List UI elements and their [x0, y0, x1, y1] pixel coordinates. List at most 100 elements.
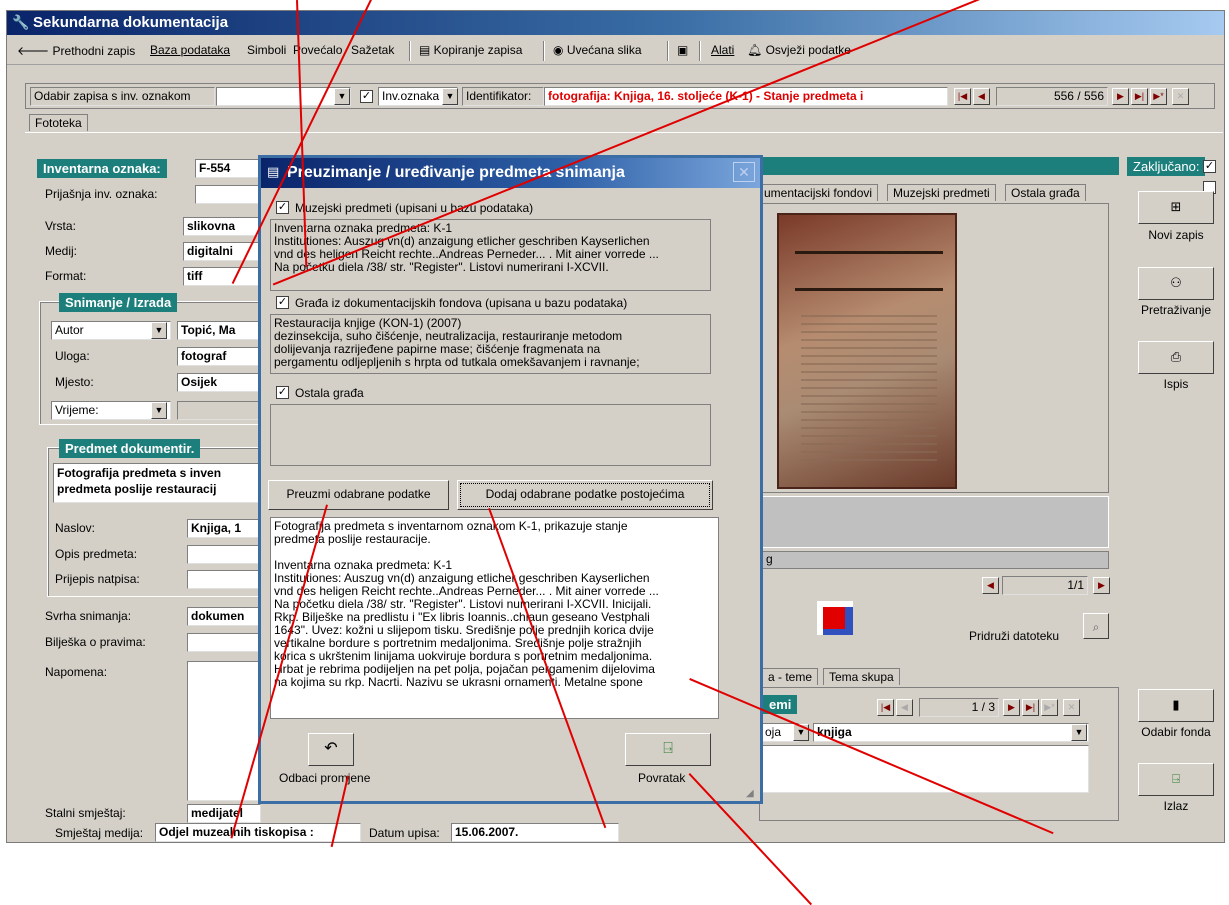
vrsta-label: Vrsta:	[45, 219, 76, 233]
next-theme-icon[interactable]: ▶	[1003, 699, 1020, 716]
take-selected-button[interactable]: Preuzmi odabrane podatke	[268, 480, 449, 510]
discard-button[interactable]: ↶	[308, 733, 354, 766]
new-document-icon: ⊞	[1170, 199, 1182, 214]
next-file-icon[interactable]: ▶	[1093, 577, 1110, 594]
stalni-field[interactable]: medijatel	[187, 804, 261, 823]
tab-other-material[interactable]: Ostala građa	[1005, 184, 1086, 201]
prev-inv-label: Prijašnja inv. oznaka:	[45, 187, 158, 201]
uloga-field[interactable]: fotograf	[177, 347, 261, 366]
vrsta-field[interactable]: slikovna	[183, 217, 261, 236]
toolbar-separator	[409, 41, 411, 61]
theme-value[interactable]: knjiga	[813, 723, 1089, 742]
prev-inv-field[interactable]	[195, 185, 261, 204]
tab-museum-objects[interactable]: Muzejski predmeti	[887, 184, 996, 201]
doc-funds-label: Građa iz dokumentacijskih fondova (upisa…	[295, 296, 628, 310]
database-button[interactable]: Baza podataka	[150, 43, 230, 57]
book-photo[interactable]	[777, 213, 957, 489]
zoom-icon[interactable]: ⌕	[1083, 613, 1109, 639]
autor-field[interactable]: Topić, Ma	[177, 321, 261, 340]
new-record-icon[interactable]: ▶*	[1150, 88, 1167, 105]
format-field[interactable]: tiff	[183, 267, 261, 286]
close-icon[interactable]: ✕	[733, 162, 755, 182]
other-material-checkbox[interactable]: ✓	[276, 386, 289, 399]
print-button[interactable]: ⎙	[1138, 341, 1214, 374]
svrha-label: Svrha snimanja:	[45, 609, 132, 623]
other-material-box[interactable]	[270, 404, 711, 466]
museum-objects-checkbox[interactable]: ✓	[276, 201, 289, 214]
title-bar: 🔧 Sekundarna dokumentacija	[7, 11, 1224, 35]
first-theme-icon[interactable]: |◀	[877, 699, 894, 716]
locked-label: Zaključano:	[1127, 157, 1206, 176]
chevron-down-icon[interactable]: ▼	[334, 88, 350, 105]
identifier-label: Identifikator:	[462, 87, 544, 106]
next-record-icon[interactable]: ▶	[1112, 88, 1129, 105]
chevron-down-icon[interactable]: ▼	[442, 88, 458, 105]
tools-button[interactable]: Alati	[711, 43, 734, 57]
mjesto-field[interactable]: Osijek	[177, 373, 261, 392]
prev-record-button[interactable]: 🡐 Prethodni zapis	[17, 43, 135, 58]
copy-record-button[interactable]: ▤ Kopiranje zapisa	[419, 43, 522, 57]
tab-themes[interactable]: a - teme	[763, 668, 819, 685]
prijepis-field[interactable]	[187, 570, 261, 589]
select-fund-button[interactable]: ▮	[1138, 689, 1214, 722]
tab-group-theme[interactable]: Tema skupa	[823, 668, 900, 685]
locked-checkbox[interactable]: ✓	[1203, 160, 1216, 173]
first-record-icon[interactable]: |◀	[954, 88, 971, 105]
vrijeme-field[interactable]	[177, 401, 261, 420]
naslov-field[interactable]: Knjiga, 1	[187, 519, 261, 538]
tab-fototeka[interactable]: Fototeka	[29, 114, 88, 131]
copy-icon: ▤	[419, 43, 434, 57]
search-button[interactable]: ⚇	[1138, 267, 1214, 300]
magnifier-button[interactable]: Povećalo	[293, 43, 342, 57]
toolbar: 🡐 Prethodni zapis Baza podataka Simboli …	[7, 37, 1224, 65]
new-record-button[interactable]: ⊞	[1138, 191, 1214, 224]
prev-record-icon[interactable]: ◀	[973, 88, 990, 105]
form-icon: ▤	[267, 164, 280, 179]
identifier-value[interactable]: fotografija: Knjiga, 16. stoljeće (K-1) …	[544, 87, 948, 106]
prev-theme-icon[interactable]: ◀	[896, 699, 913, 716]
clipboard-icon[interactable]: ▣	[677, 43, 688, 57]
book-text-block	[801, 315, 937, 465]
dialog-title-bar: ▤ Preuzimanje / uređivanje predmeta snim…	[261, 158, 760, 188]
inv-label: Inventarna oznaka:	[37, 159, 167, 178]
doc-funds-checkbox[interactable]: ✓	[276, 296, 289, 309]
last-theme-icon[interactable]: ▶|	[1022, 699, 1039, 716]
snimanje-header: Snimanje / Izrada	[59, 293, 178, 312]
new-theme-icon[interactable]: ▶*	[1041, 699, 1058, 716]
prijepis-label: Prijepis natpisa:	[55, 572, 140, 586]
tab-doc-funds[interactable]: umentacijski fondovi	[759, 184, 879, 201]
predmet-text[interactable]: Fotografija predmeta s inven predmeta po…	[53, 463, 261, 503]
delete-theme-icon[interactable]: ✕	[1063, 699, 1080, 716]
record-select-combo[interactable]	[216, 87, 351, 106]
prev-file-icon[interactable]: ◀	[982, 577, 999, 594]
symbols-button[interactable]: Simboli	[247, 43, 286, 57]
result-text[interactable]: Fotografija predmeta s inventarnom oznak…	[270, 517, 719, 719]
attach-file-icon[interactable]	[817, 601, 853, 635]
return-button[interactable]: ⍈	[625, 733, 711, 766]
bell-icon: 🔔︎	[747, 43, 766, 57]
big-image-button[interactable]: ◉ Uvećana slika	[553, 43, 642, 57]
inv-mark-checkbox[interactable]: ✓	[360, 90, 373, 103]
delete-record-icon[interactable]: ✕	[1172, 88, 1189, 105]
inv-value[interactable]: F-554	[195, 159, 261, 178]
summary-button[interactable]: Sažetak	[351, 43, 394, 57]
opis-field[interactable]	[187, 545, 261, 564]
smjestaj-field[interactable]: Odjel muzealnih tiskopisa :	[155, 823, 361, 842]
record-bar: Odabir zapisa s inv. oznakom ▼ ✓ Inv.ozn…	[25, 83, 1215, 109]
doc-funds-box[interactable]: Restauracija knjige (KON-1) (2007) dezin…	[270, 314, 711, 374]
last-record-icon[interactable]: ▶|	[1131, 88, 1148, 105]
biljeska-field[interactable]	[187, 633, 261, 652]
other-material-label: Ostala građa	[295, 386, 364, 400]
chevron-down-icon[interactable]: ▼	[151, 402, 167, 419]
chevron-down-icon[interactable]: ▼	[151, 322, 167, 339]
add-selected-button[interactable]: Dodaj odabrane podatke postojećima	[457, 480, 713, 510]
chevron-down-icon[interactable]: ▼	[1071, 724, 1087, 741]
exit-button[interactable]: ⍈	[1138, 763, 1214, 796]
svrha-field[interactable]: dokumen	[187, 607, 261, 626]
datum-field[interactable]: 15.06.2007.	[451, 823, 619, 842]
museum-objects-box[interactable]: Inventarna oznaka predmeta: K-1 Institut…	[270, 219, 711, 291]
napomena-field[interactable]	[187, 661, 261, 801]
resize-grip-icon[interactable]: ◢	[746, 788, 754, 799]
theme-notes[interactable]	[761, 745, 1089, 793]
opis-label: Opis predmeta:	[55, 547, 138, 561]
